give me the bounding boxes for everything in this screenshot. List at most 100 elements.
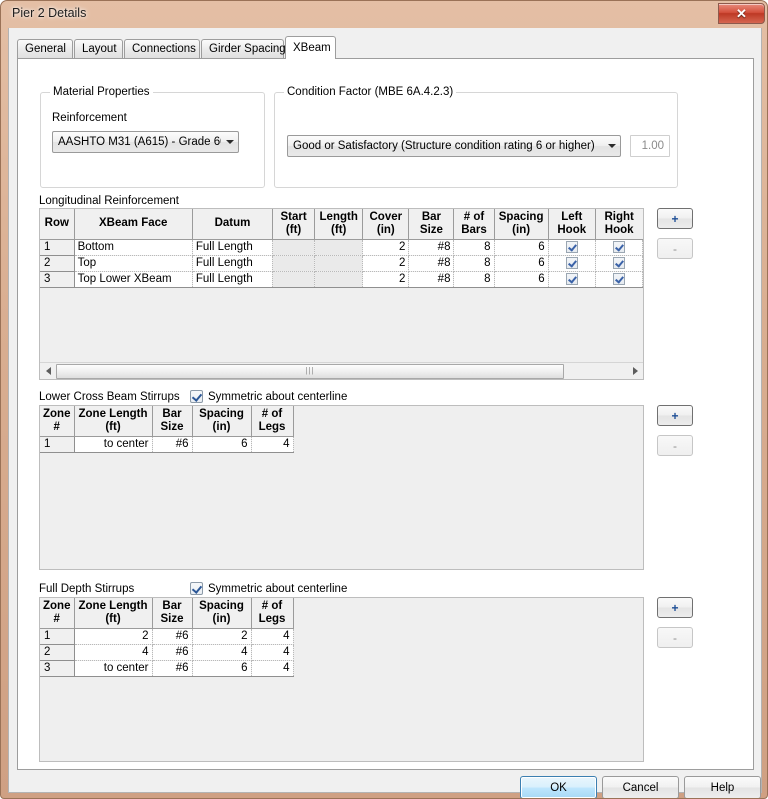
horizontal-scrollbar[interactable]: ||| (40, 362, 643, 379)
cell-zone[interactable]: 1 (40, 436, 75, 453)
cell-start[interactable] (272, 255, 316, 272)
cell-spacing[interactable]: 6 (494, 271, 549, 288)
cell-spacing[interactable]: 4 (192, 644, 252, 661)
scrollbar-thumb[interactable]: ||| (56, 363, 564, 379)
cell-zone[interactable]: 2 (40, 644, 75, 661)
cell-spacing[interactable]: 6 (192, 436, 252, 453)
cell-cover[interactable]: 2 (362, 239, 410, 256)
cell-bar-size[interactable]: #8 (408, 239, 455, 256)
table-row[interactable]: 1 2 #6 2 4 (40, 628, 294, 645)
cell-bar-size[interactable]: #6 (152, 436, 193, 453)
full-depth-symmetric-checkbox[interactable]: Symmetric about centerline (190, 582, 347, 595)
table-row[interactable]: 1 Bottom Full Length 2 #8 8 6 (40, 239, 643, 256)
col-bar-size: Bar Size (408, 209, 455, 240)
cell-bar-size[interactable]: #6 (152, 628, 193, 645)
checkbox-icon[interactable] (612, 273, 625, 286)
cell-cover[interactable]: 2 (362, 255, 410, 272)
cell-num-legs[interactable]: 4 (251, 436, 294, 453)
cell-left-hook[interactable] (548, 271, 596, 288)
scroll-right-arrow-icon[interactable] (627, 363, 643, 380)
cell-zone[interactable]: 1 (40, 628, 75, 645)
lower-stirrups-add-button[interactable]: + (657, 405, 693, 426)
cell-start[interactable] (272, 239, 316, 256)
cell-length[interactable] (314, 255, 364, 272)
full-depth-stirrups-grid[interactable]: Zone # Zone Length (ft) Bar Size Spacing (in… (39, 597, 644, 762)
table-row[interactable]: 3 to center #6 6 4 (40, 660, 294, 677)
cell-row[interactable]: 1 (40, 239, 75, 256)
title-bar[interactable]: Pier 2 Details ✕ (1, 1, 767, 28)
cell-left-hook[interactable] (548, 239, 596, 256)
col-start: Start (ft) (272, 209, 316, 240)
scroll-left-arrow-icon[interactable] (40, 363, 56, 380)
checkbox-icon[interactable] (565, 241, 578, 254)
full-depth-add-button[interactable]: + (657, 597, 693, 618)
chevron-down-icon (603, 144, 620, 148)
cell-bar-size[interactable]: #6 (152, 644, 193, 661)
cell-datum[interactable]: Full Length (192, 271, 274, 288)
cell-bar-size[interactable]: #8 (408, 271, 455, 288)
cell-cover[interactable]: 2 (362, 271, 410, 288)
cell-spacing[interactable]: 6 (494, 255, 549, 272)
cell-zone-length[interactable]: to center (74, 436, 153, 453)
tab-xbeam[interactable]: XBeam (285, 36, 336, 59)
cell-start[interactable] (272, 271, 316, 288)
tab-general[interactable]: General (17, 39, 73, 58)
table-row[interactable]: 2 4 #6 4 4 (40, 644, 294, 661)
cell-spacing[interactable]: 6 (494, 239, 549, 256)
tab-layout[interactable]: Layout (74, 39, 123, 58)
cancel-button[interactable]: Cancel (602, 776, 679, 798)
tab-girder-spacing[interactable]: Girder Spacing (201, 39, 286, 58)
cell-left-hook[interactable] (548, 255, 596, 272)
cell-xbeam-face[interactable]: Top (74, 255, 193, 272)
ok-button[interactable]: OK (520, 776, 597, 798)
cell-right-hook[interactable] (595, 271, 643, 288)
longitudinal-reinforcement-grid[interactable]: Row XBeam Face Datum Start (ft) Length (ft… (39, 208, 644, 380)
cell-datum[interactable]: Full Length (192, 255, 274, 272)
lower-stirrups-grid[interactable]: Zone # Zone Length (ft) Bar Size Spacing (in… (39, 405, 644, 570)
table-row[interactable]: 1 to center #6 6 4 (40, 436, 294, 453)
full-depth-remove-button[interactable]: - (657, 627, 693, 648)
tab-connections[interactable]: Connections (124, 39, 200, 58)
lower-stirrups-table-body: 1 to center #6 6 4 (40, 436, 294, 453)
cell-row[interactable]: 2 (40, 255, 75, 272)
checkbox-icon[interactable] (612, 241, 625, 254)
cell-spacing[interactable]: 6 (192, 660, 252, 677)
cell-zone-length[interactable]: to center (74, 660, 153, 677)
table-row[interactable]: 3 Top Lower XBeam Full Length 2 #8 8 6 (40, 271, 643, 288)
cell-num-legs[interactable]: 4 (251, 644, 294, 661)
longitudinal-add-button[interactable]: + (657, 208, 693, 229)
cell-num-bars[interactable]: 8 (453, 239, 495, 256)
cell-xbeam-face[interactable]: Top Lower XBeam (74, 271, 193, 288)
checkbox-icon[interactable] (565, 273, 578, 286)
col-cover: Cover (in) (362, 209, 410, 240)
cell-zone-length[interactable]: 4 (74, 644, 153, 661)
cell-right-hook[interactable] (595, 255, 643, 272)
condition-factor-combobox[interactable]: Good or Satisfactory (Structure conditio… (287, 135, 621, 157)
cell-num-bars[interactable]: 8 (453, 271, 495, 288)
lower-stirrups-remove-button[interactable]: - (657, 435, 693, 456)
col-row: Row (40, 209, 75, 240)
reinforcement-combobox[interactable]: AASHTO M31 (A615) - Grade 60 (52, 131, 239, 153)
cell-right-hook[interactable] (595, 239, 643, 256)
cell-bar-size[interactable]: #8 (408, 255, 455, 272)
cell-length[interactable] (314, 271, 364, 288)
checkbox-icon[interactable] (612, 257, 625, 270)
cell-xbeam-face[interactable]: Bottom (74, 239, 193, 256)
help-button[interactable]: Help (684, 776, 761, 798)
cell-zone-length[interactable]: 2 (74, 628, 153, 645)
close-icon[interactable]: ✕ (718, 3, 765, 24)
checkbox-icon[interactable] (565, 257, 578, 270)
cell-num-bars[interactable]: 8 (453, 255, 495, 272)
cell-num-legs[interactable]: 4 (251, 660, 294, 677)
cell-row[interactable]: 3 (40, 271, 75, 288)
cell-datum[interactable]: Full Length (192, 239, 274, 256)
cell-zone[interactable]: 3 (40, 660, 75, 677)
cell-bar-size[interactable]: #6 (152, 660, 193, 677)
lower-stirrups-symmetric-checkbox[interactable]: Symmetric about centerline (190, 390, 347, 403)
table-row[interactable]: 2 Top Full Length 2 #8 8 6 (40, 255, 643, 272)
plus-icon: + (671, 600, 679, 615)
cell-num-legs[interactable]: 4 (251, 628, 294, 645)
cell-length[interactable] (314, 239, 364, 256)
cell-spacing[interactable]: 2 (192, 628, 252, 645)
longitudinal-remove-button[interactable]: - (657, 238, 693, 259)
